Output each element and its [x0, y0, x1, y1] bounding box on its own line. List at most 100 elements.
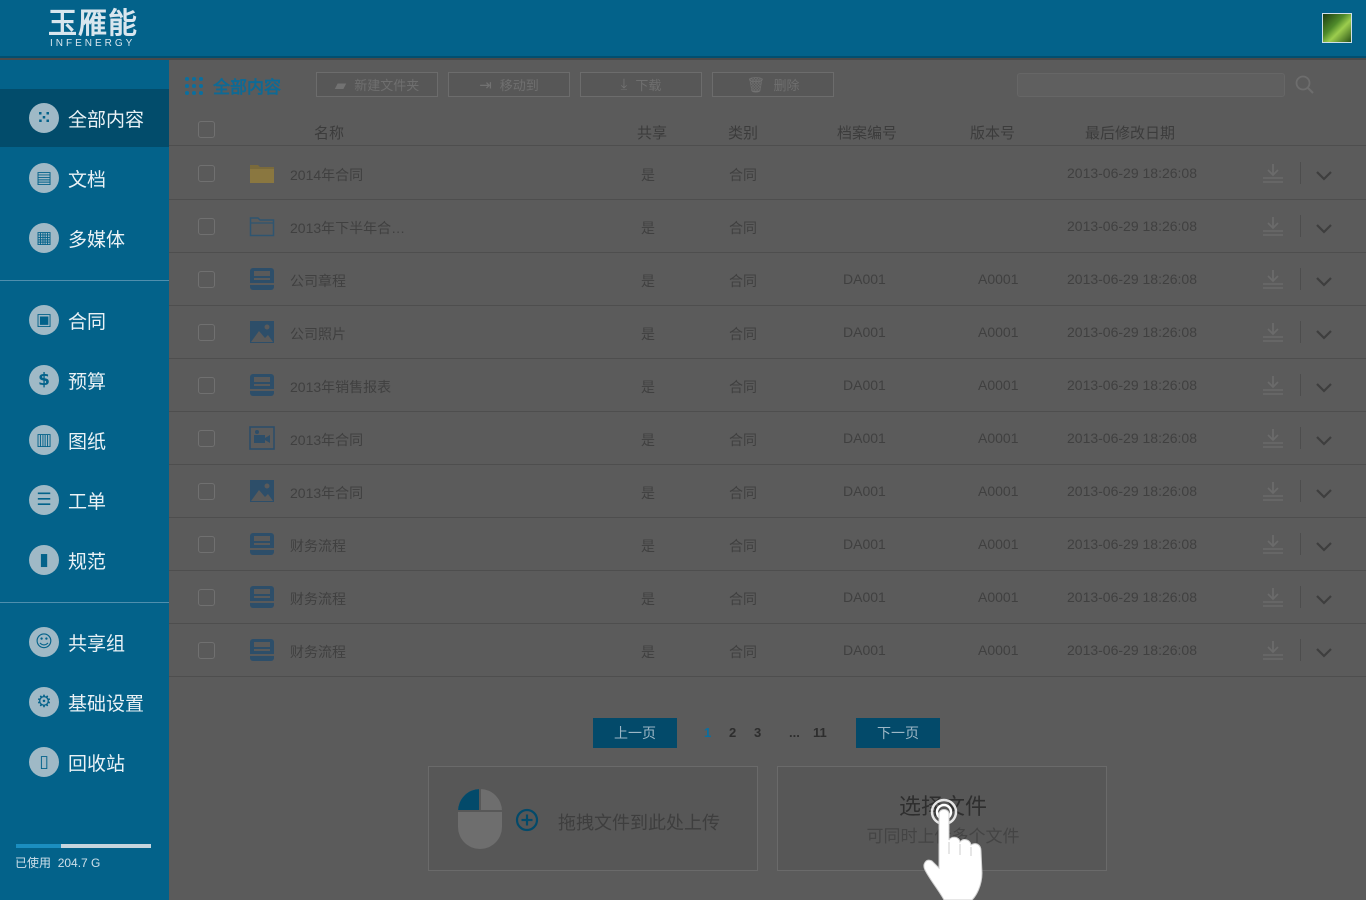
column-name-header[interactable]: 名称 — [314, 122, 344, 143]
image-icon — [249, 479, 275, 503]
table-row[interactable]: 2014年合同 是 合同 2013-06-29 18:26:08 — [169, 147, 1366, 200]
sidebar-item-label: 合同 — [68, 310, 107, 333]
page-ellipsis: ... — [789, 725, 800, 740]
file-name[interactable]: 2013年销售报表 — [290, 377, 391, 397]
sidebar-item[interactable]: ☰ 工单 — [0, 471, 169, 529]
breadcrumb[interactable]: 全部内容 — [185, 73, 281, 98]
column-share-header[interactable]: 共享 — [637, 122, 667, 143]
download-icon[interactable] — [1262, 639, 1284, 661]
row-checkbox[interactable] — [198, 642, 215, 659]
download-icon[interactable] — [1262, 215, 1284, 237]
select-all-checkbox[interactable] — [198, 121, 215, 138]
download-icon[interactable] — [1262, 374, 1284, 396]
download-icon[interactable] — [1262, 533, 1284, 555]
file-name[interactable]: 公司照片 — [290, 324, 346, 344]
prev-page-button[interactable]: 上一页 — [593, 718, 677, 748]
delete-label: 删除 — [773, 78, 800, 93]
table-row[interactable]: 财务流程 是 合同 DA001 A0001 2013-06-29 18:26:08 — [169, 571, 1366, 624]
new-folder-button[interactable]: ▰ 新建文件夹 — [316, 72, 438, 97]
download-icon[interactable] — [1262, 586, 1284, 608]
sidebar-divider — [0, 602, 169, 603]
page-link[interactable]: 3 — [754, 725, 761, 740]
table-row[interactable]: 公司照片 是 合同 DA001 A0001 2013-06-29 18:26:08 — [169, 306, 1366, 359]
file-name[interactable]: 2013年合同 — [290, 430, 363, 450]
sidebar-item[interactable]: ▤ 文档 — [0, 149, 169, 207]
column-version-header[interactable]: 版本号 — [970, 122, 1015, 143]
sidebar-item[interactable]: ⁙ 全部内容 — [0, 89, 169, 147]
version-cell: A0001 — [978, 642, 1019, 658]
sidebar-item[interactable]: ⚙ 基础设置 — [0, 673, 169, 731]
page-link[interactable]: 1 — [704, 725, 711, 740]
chevron-down-icon[interactable] — [1315, 593, 1333, 605]
avatar[interactable] — [1322, 13, 1352, 43]
row-checkbox[interactable] — [198, 536, 215, 553]
search-input[interactable] — [1017, 73, 1285, 97]
chevron-down-icon[interactable] — [1315, 487, 1333, 499]
chevron-down-icon[interactable] — [1315, 169, 1333, 181]
modified-date: 2013-06-29 18:26:08 — [1067, 536, 1197, 552]
category-cell: 合同 — [729, 432, 757, 448]
row-checkbox[interactable] — [198, 430, 215, 447]
search-icon[interactable] — [1295, 75, 1315, 95]
sidebar-item[interactable]: ▮ 规范 — [0, 531, 169, 589]
page-link[interactable]: 11 — [813, 725, 827, 740]
brand-logo[interactable]: 玉雁能 INFENERGY — [48, 7, 138, 49]
chevron-down-icon[interactable] — [1315, 275, 1333, 287]
table-row[interactable]: 2013年合同 是 合同 DA001 A0001 2013-06-29 18:26:08 — [169, 412, 1366, 465]
version-cell: A0001 — [978, 589, 1019, 605]
sidebar-item[interactable]: ▯ 回收站 — [0, 733, 169, 791]
row-checkbox[interactable] — [198, 165, 215, 182]
row-checkbox[interactable] — [198, 483, 215, 500]
sidebar-item[interactable]: ▣ 合同 — [0, 291, 169, 349]
row-checkbox[interactable] — [198, 218, 215, 235]
column-category-header[interactable]: 类别 — [728, 122, 758, 143]
column-archive-header[interactable]: 档案编号 — [837, 122, 897, 143]
row-checkbox[interactable] — [198, 589, 215, 606]
download-icon[interactable] — [1262, 162, 1284, 184]
download-icon[interactable] — [1262, 321, 1284, 343]
file-name[interactable]: 2013年合同 — [290, 483, 363, 503]
table-row[interactable]: 财务流程 是 合同 DA001 A0001 2013-06-29 18:26:08 — [169, 518, 1366, 571]
storage-bar — [16, 844, 151, 848]
storage-label: 已使用 — [15, 856, 52, 870]
chevron-down-icon[interactable] — [1315, 646, 1333, 658]
chevron-down-icon[interactable] — [1315, 381, 1333, 393]
storage-usage: 已使用 204.7 G — [15, 854, 100, 871]
move-to-button[interactable]: ⇥ 移动到 — [448, 72, 570, 97]
file-name[interactable]: 2013年下半年合… — [290, 218, 405, 238]
top-bar: 玉雁能 INFENERGY — [0, 0, 1366, 58]
file-name[interactable]: 财务流程 — [290, 642, 346, 662]
row-checkbox[interactable] — [198, 324, 215, 341]
delete-button[interactable]: 🗑︎ 删除 — [712, 72, 834, 97]
file-name[interactable]: 2014年合同 — [290, 165, 363, 185]
download-icon[interactable] — [1262, 480, 1284, 502]
file-name[interactable]: 财务流程 — [290, 536, 346, 556]
table-row[interactable]: 2013年销售报表 是 合同 DA001 A0001 2013-06-29 18:26:0… — [169, 359, 1366, 412]
download-button[interactable]: ⤓ 下载 — [580, 72, 702, 97]
chevron-down-icon[interactable] — [1315, 222, 1333, 234]
download-icon[interactable] — [1262, 427, 1284, 449]
sidebar-item[interactable]: ▦ 多媒体 — [0, 209, 169, 267]
row-checkbox[interactable] — [198, 377, 215, 394]
download-icon[interactable] — [1262, 268, 1284, 290]
row-separator — [1300, 586, 1301, 608]
row-checkbox[interactable] — [198, 271, 215, 288]
sidebar-item[interactable]: ▥ 图纸 — [0, 411, 169, 469]
next-page-button[interactable]: 下一页 — [856, 718, 940, 748]
column-modified-header[interactable]: 最后修改日期 — [1085, 122, 1175, 143]
chevron-down-icon[interactable] — [1315, 328, 1333, 340]
pagination: 上一页 1 2 3 ... 11 下一页 — [169, 718, 1366, 748]
chevron-down-icon[interactable] — [1315, 434, 1333, 446]
table-row[interactable]: 2013年合同 是 合同 DA001 A0001 2013-06-29 18:26:08 — [169, 465, 1366, 518]
drop-zone[interactable]: 拖拽文件到此处上传 — [428, 766, 758, 871]
drop-zone-label: 拖拽文件到此处上传 — [558, 813, 720, 834]
file-name[interactable]: 财务流程 — [290, 589, 346, 609]
file-name[interactable]: 公司章程 — [290, 271, 346, 291]
table-row[interactable]: 财务流程 是 合同 DA001 A0001 2013-06-29 18:26:08 — [169, 624, 1366, 677]
table-row[interactable]: 公司章程 是 合同 DA001 A0001 2013-06-29 18:26:08 — [169, 253, 1366, 306]
table-row[interactable]: 2013年下半年合… 是 合同 2013-06-29 18:26:08 — [169, 200, 1366, 253]
chevron-down-icon[interactable] — [1315, 540, 1333, 552]
sidebar-item[interactable]: ☺ 共享组 — [0, 613, 169, 671]
sidebar-item[interactable]: $ 预算 — [0, 351, 169, 409]
page-link[interactable]: 2 — [729, 725, 736, 740]
